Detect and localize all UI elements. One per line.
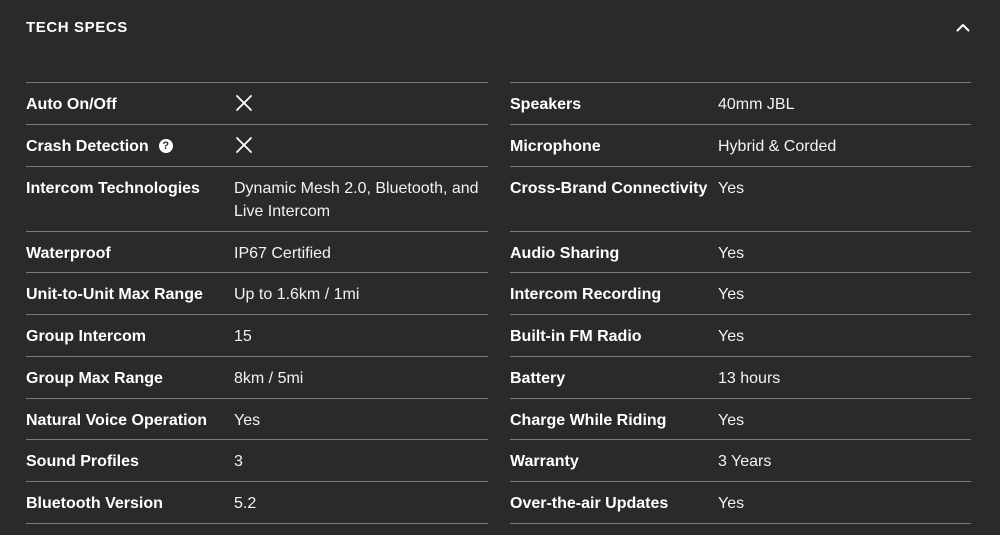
- spec-label-text: Bluetooth Version: [26, 495, 163, 512]
- spec-value: 8km / 5mi: [234, 369, 304, 387]
- spec-label-text: Waterproof: [26, 244, 111, 262]
- spec-label-text: Cross-Brand Connectivity: [510, 179, 708, 197]
- spec-row-speakers: Speakers 40mm JBL: [510, 83, 971, 125]
- spec-row-unit-to-unit-max-range: Unit-to-Unit Max Range Up to 1.6km / 1mi: [26, 273, 488, 315]
- tech-specs-header[interactable]: TECH SPECS: [26, 0, 974, 54]
- x-icon: [235, 136, 253, 154]
- spec-row-crash-detection: Crash Detection?: [26, 125, 488, 167]
- spec-label: Speakers: [510, 95, 718, 124]
- spec-label: Intercom Technologies: [26, 179, 234, 231]
- spec-value: 5.2: [234, 495, 257, 512]
- spec-row-audio-sharing: Audio Sharing Yes: [510, 232, 971, 274]
- specs-column-right: Speakers 40mm JBL Microphone Hybrid & Corde…: [510, 82, 971, 524]
- spec-label-text: Warranty: [510, 453, 579, 471]
- spec-value: 13 hours: [718, 369, 781, 387]
- spec-label: Intercom Recording: [510, 285, 718, 314]
- spec-row-sound-profiles: Sound Profiles 3: [26, 440, 488, 482]
- spec-row-group-max-range: Group Max Range 8km / 5mi: [26, 357, 488, 399]
- spec-label-text: Microphone: [510, 137, 601, 155]
- spec-value: Dynamic Mesh 2.0, Bluetooth, and Live In…: [234, 179, 479, 220]
- spec-label-text: Natural Voice Operation: [26, 411, 208, 429]
- specs-column-left: Auto On/Off Crash Detection? Intercom Tech…: [26, 82, 488, 524]
- spec-value: Yes: [718, 328, 745, 345]
- spec-row-intercom-technologies: Intercom Technologies Dynamic Mesh 2.0, B…: [26, 167, 488, 232]
- spec-row-warranty: Warranty 3 Years: [510, 440, 971, 482]
- spec-row-charge-while-riding: Charge While Riding Yes: [510, 399, 971, 441]
- spec-label: Battery: [510, 369, 718, 398]
- spec-label: Unit-to-Unit Max Range: [26, 285, 234, 314]
- spec-value: [234, 93, 488, 124]
- spec-label-text: Unit-to-Unit Max Range: [26, 286, 203, 304]
- spec-label-text: Group Max Range: [26, 369, 163, 387]
- spec-label-text: Built-in FM Radio: [510, 328, 642, 345]
- spec-label-text: Group Intercom: [26, 328, 147, 345]
- spec-value: 3: [234, 453, 243, 471]
- spec-value: 15: [234, 328, 252, 345]
- spec-label: Charge While Riding: [510, 411, 718, 440]
- spec-value: Yes: [718, 286, 745, 304]
- spec-row-battery: Battery 13 hours: [510, 357, 971, 399]
- spec-row-built-in-fm-radio: Built-in FM Radio Yes: [510, 315, 971, 357]
- spec-row-over-the-air-updates: Over-the-air Updates Yes: [510, 482, 971, 524]
- spec-value: Yes: [718, 244, 745, 262]
- spec-value: [234, 135, 488, 166]
- spec-label-text: Intercom Recording: [510, 286, 662, 304]
- spec-label-text: Sound Profiles: [26, 453, 139, 471]
- spec-label-text: Intercom Technologies: [26, 179, 200, 197]
- spec-value: IP67 Certified: [234, 244, 331, 262]
- spec-label: Microphone: [510, 137, 718, 166]
- spec-row-natural-voice-operation: Natural Voice Operation Yes: [26, 399, 488, 441]
- spec-label-text: Audio Sharing: [510, 244, 620, 262]
- help-icon[interactable]: ?: [158, 138, 173, 153]
- spec-label: Warranty: [510, 452, 718, 481]
- spec-row-microphone: Microphone Hybrid & Corded: [510, 125, 971, 167]
- spec-value: Yes: [718, 179, 745, 197]
- spec-value: 3 Years: [718, 453, 772, 471]
- spec-row-intercom-recording: Intercom Recording Yes: [510, 273, 971, 315]
- spec-label: Cross-Brand Connectivity: [510, 179, 718, 231]
- spec-value: Up to 1.6km / 1mi: [234, 286, 360, 304]
- tech-specs-panel: TECH SPECS Auto On/Off Crash Detection? In…: [0, 0, 1000, 535]
- spec-label-text: Over-the-air Updates: [510, 495, 669, 512]
- spec-row-bluetooth-version: Bluetooth Version 5.2: [26, 482, 488, 524]
- spec-value: Yes: [718, 495, 745, 512]
- spec-value: Hybrid & Corded: [718, 137, 837, 155]
- spec-label: Over-the-air Updates: [510, 494, 718, 523]
- spec-label: Group Max Range: [26, 369, 234, 398]
- spec-row-waterproof: Waterproof IP67 Certified: [26, 232, 488, 274]
- spec-label: Natural Voice Operation: [26, 411, 234, 440]
- spec-label: Waterproof: [26, 244, 234, 273]
- spec-label: Crash Detection?: [26, 137, 234, 166]
- spec-label-text: Battery: [510, 369, 566, 387]
- spec-value: Yes: [234, 411, 261, 429]
- spec-value: Yes: [718, 411, 745, 429]
- spec-label: Sound Profiles: [26, 452, 234, 481]
- spec-label: Auto On/Off: [26, 95, 234, 124]
- spec-row-group-intercom: Group Intercom 15: [26, 315, 488, 357]
- x-icon: [235, 94, 253, 112]
- spec-label: Group Intercom: [26, 327, 234, 356]
- spec-label-text: Charge While Riding: [510, 411, 667, 429]
- spec-label: Bluetooth Version: [26, 494, 234, 523]
- section-title: TECH SPECS: [26, 18, 128, 36]
- spec-label: Built-in FM Radio: [510, 327, 718, 356]
- spec-row-auto-on-off: Auto On/Off: [26, 83, 488, 125]
- spec-label-text: Crash Detection: [26, 137, 149, 155]
- spec-label-text: Auto On/Off: [26, 96, 117, 113]
- spec-value: 40mm JBL: [718, 96, 795, 113]
- spec-row-cross-brand-connectivity: Cross-Brand Connectivity Yes: [510, 167, 971, 232]
- spec-label-text: Speakers: [510, 96, 582, 113]
- chevron-up-icon[interactable]: [954, 18, 972, 36]
- spec-label: Audio Sharing: [510, 244, 718, 273]
